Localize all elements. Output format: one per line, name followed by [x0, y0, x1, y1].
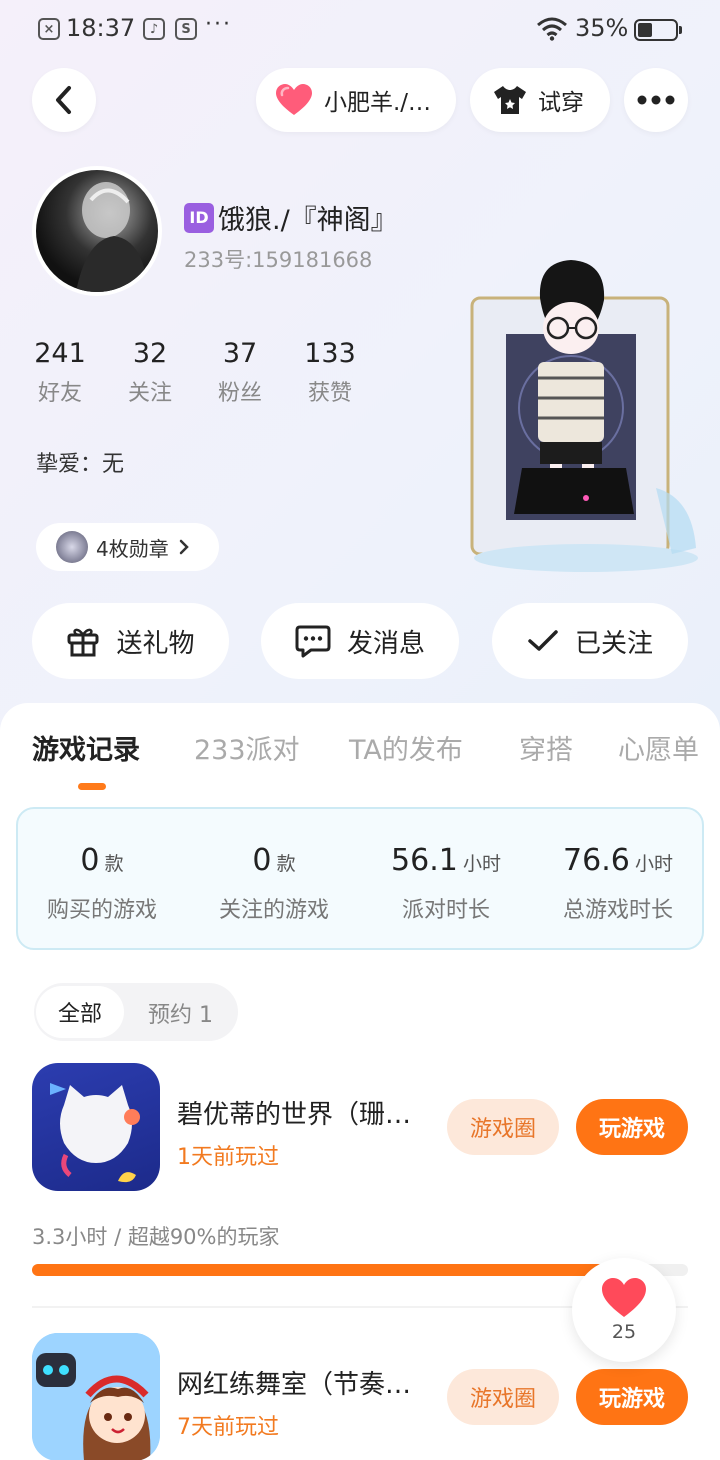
summary-label: 关注的游戏: [218, 898, 329, 923]
summary-label: 总游戏时长: [562, 898, 673, 923]
send-gift-label: 送礼物: [116, 628, 195, 659]
game-title-1[interactable]: 碧优蒂的世界（珊…: [177, 1094, 411, 1131]
filter-all[interactable]: 全部: [36, 986, 124, 1038]
playtime-text: 3.3小时 / 超越90%的玩家: [32, 1225, 280, 1249]
back-button[interactable]: [32, 68, 96, 132]
like-button[interactable]: 25: [572, 1258, 676, 1362]
stat-num: 32: [132, 338, 168, 369]
notification-x-icon: ×: [38, 18, 60, 40]
send-gift-button[interactable]: 送礼物: [32, 603, 229, 679]
stat-label: 关注: [127, 381, 172, 406]
battery-percent: 35%: [575, 14, 629, 42]
more-notifications-icon: ···: [205, 12, 232, 37]
medal-icon: [56, 531, 88, 563]
tab-ta-posts[interactable]: TA的发布: [349, 728, 463, 767]
stat-following[interactable]: 32 关注: [118, 338, 182, 407]
id-badge-icon: ID: [184, 202, 214, 233]
stat-friends[interactable]: 241 好友: [28, 338, 92, 407]
dance-game-icon: [32, 1333, 160, 1460]
medals-label: 4枚勋章: [96, 536, 169, 561]
summary-num: 0: [252, 843, 272, 878]
send-message-button[interactable]: 发消息: [261, 603, 459, 679]
status-bar: × 18:37 ♪ S ··· 35%: [0, 0, 720, 58]
stat-label: 获赞: [307, 381, 352, 406]
game-icon-1[interactable]: [32, 1063, 160, 1191]
summary-unit: 小时: [462, 853, 501, 875]
character-avatar[interactable]: [466, 258, 702, 578]
tab-233-party[interactable]: 233派对: [194, 728, 300, 767]
stat-num: 133: [304, 338, 356, 369]
stat-fans[interactable]: 37 粉丝: [208, 338, 272, 407]
bestie-text: 挚爱：无: [36, 452, 125, 477]
check-icon: [528, 630, 558, 651]
stat-likes[interactable]: 133 获赞: [298, 338, 362, 407]
filter-booked[interactable]: 预约 1: [148, 997, 213, 1029]
tab-wishlist[interactable]: 心愿单: [618, 728, 699, 767]
stat-num: 241: [34, 338, 86, 369]
followed-button[interactable]: 已关注: [492, 603, 688, 679]
stat-label: 粉丝: [217, 381, 262, 406]
username-text: 饿狼./『神阁』: [218, 205, 398, 236]
playtime-progress-fill: [32, 1264, 623, 1276]
battery-icon: [634, 19, 682, 41]
username: ID 饿狼./『神阁』: [184, 198, 398, 237]
more-dots-icon: [637, 95, 675, 105]
more-options-button[interactable]: [624, 68, 688, 132]
couple-button[interactable]: 小肥羊./…: [256, 68, 456, 132]
summary-followed: 0 款 关注的游戏: [188, 843, 360, 924]
summary-num: 76.6: [563, 843, 630, 878]
user-id: 233号:159181668: [184, 248, 373, 272]
active-tab-indicator: [78, 783, 106, 790]
status-time: 18:37: [66, 14, 136, 42]
game-icon-2[interactable]: [32, 1333, 160, 1460]
try-on-label: 试穿: [538, 90, 584, 116]
chevron-right-icon: [179, 539, 189, 555]
tab-game-records[interactable]: 游戏记录: [32, 728, 140, 767]
summary-num: 0: [80, 843, 100, 878]
summary-unit: 小时: [634, 853, 673, 875]
followed-label: 已关注: [574, 628, 653, 659]
game-last-played-1: 1天前玩过: [177, 1145, 279, 1170]
medals-button[interactable]: 4枚勋章: [36, 523, 219, 571]
avatar-photo-icon: [76, 182, 148, 292]
summary-party-time: 56.1 小时 派对时长: [360, 843, 532, 924]
app-s-icon: S: [175, 18, 197, 40]
summary-purchased: 0 款 购买的游戏: [16, 843, 188, 924]
stat-num: 37: [222, 338, 258, 369]
chevron-left-icon: [56, 86, 71, 114]
summary-label: 购买的游戏: [46, 898, 157, 923]
tshirt-icon: [494, 86, 526, 114]
summary-num: 56.1: [391, 843, 458, 878]
summary-label: 派对时长: [401, 898, 490, 923]
cat-game-icon: [50, 1083, 140, 1183]
gift-icon: [67, 628, 99, 657]
stat-label: 好友: [37, 381, 82, 406]
play-game-button-2[interactable]: 玩游戏: [576, 1369, 688, 1425]
avatar[interactable]: [32, 166, 162, 296]
message-icon: [295, 625, 331, 658]
game-circle-button-1[interactable]: 游戏圈: [447, 1099, 559, 1155]
play-game-button-1[interactable]: 玩游戏: [576, 1099, 688, 1155]
game-last-played-2: 7天前玩过: [177, 1415, 279, 1440]
summary-unit: 款: [104, 853, 124, 875]
try-on-button[interactable]: 试穿: [470, 68, 610, 132]
heart-icon: [602, 1278, 646, 1317]
tab-outfits[interactable]: 穿搭: [519, 728, 573, 767]
couple-heart-icon: [276, 84, 312, 115]
summary-unit: 款: [276, 853, 296, 875]
tiktok-icon: ♪: [143, 18, 165, 40]
send-message-label: 发消息: [346, 628, 425, 659]
couple-label: 小肥羊./…: [324, 90, 432, 116]
game-title-2[interactable]: 网红练舞室（节奏…: [177, 1364, 411, 1401]
summary-total-time: 76.6 小时 总游戏时长: [532, 843, 704, 924]
like-count: 25: [611, 1321, 637, 1343]
game-circle-button-2[interactable]: 游戏圈: [447, 1369, 559, 1425]
wifi-icon: [537, 17, 567, 41]
